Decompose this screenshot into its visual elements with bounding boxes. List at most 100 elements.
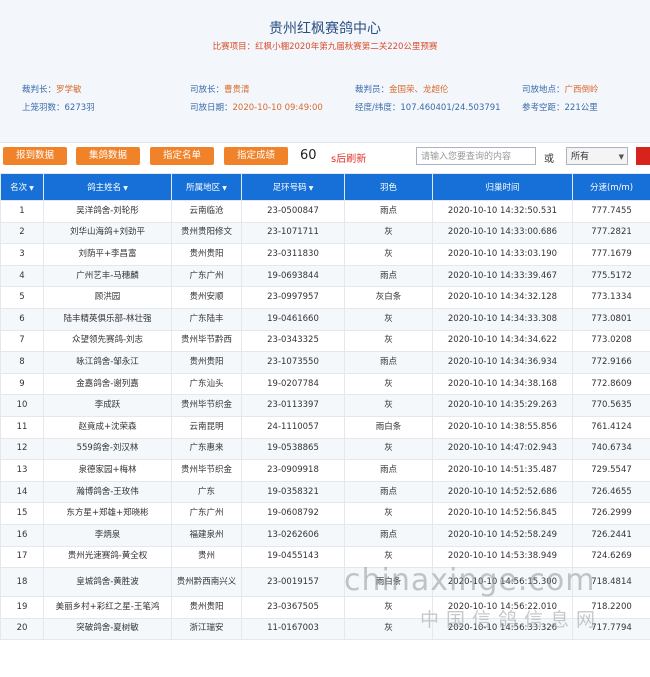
region-cell: 浙江瑞安 bbox=[171, 617, 242, 641]
race-subtitle: 比赛项目：红枫小棚2020年第九届秋赛第二关220公里预赛 bbox=[212, 42, 438, 52]
speed-cell: 773.0801 bbox=[572, 307, 650, 331]
table-row[interactable]: 1 吴洋鸽舍-刘轮彤 云南临沧 23-0500847 雨点 2020-10-10 14:3… bbox=[0, 200, 650, 223]
info-coordinates: 经度/纬度：107.460401/24.503791 bbox=[355, 103, 501, 113]
ring-number-cell: 11-0167003 bbox=[241, 617, 345, 641]
table-row[interactable]: 4 广州艺丰-马穗麟 广东广州 19-0693844 雨点 2020-10-10 14:3… bbox=[0, 264, 650, 288]
color-cell: 灰 bbox=[344, 502, 433, 525]
sort-icon: ▼ bbox=[222, 185, 227, 192]
owner-cell: 瀚博鸽舍-王玫伟 bbox=[43, 480, 172, 504]
rank-cell: 19 bbox=[0, 596, 44, 619]
table-row[interactable]: 12 559鸽舍-刘汉林 广东惠来 19-0538865 灰 2020-10-10 14:… bbox=[0, 437, 650, 461]
table-row[interactable]: 11 赵竟成+沈荣森 云南昆明 24-1110057 雨白条 2020-10-10 14:… bbox=[0, 415, 650, 439]
arrival-time-cell: 2020-10-10 14:34:33.308 bbox=[432, 307, 573, 331]
owner-cell: 刘荫平+李昌富 bbox=[43, 243, 172, 266]
rank-cell: 12 bbox=[0, 437, 44, 461]
column-header-color[interactable]: 羽色 bbox=[344, 173, 433, 201]
rank-cell: 18 bbox=[0, 567, 44, 598]
region-cell: 广东惠来 bbox=[171, 437, 242, 461]
owner-cell: 559鸽舍-刘汉林 bbox=[43, 437, 172, 461]
watermark-domain: chinaxinge.com bbox=[344, 563, 596, 598]
info-reference-distance: 参考空距：221公里 bbox=[522, 103, 598, 113]
speed-cell: 770.5635 bbox=[572, 394, 650, 417]
arrival-time-cell: 2020-10-10 14:51:35.487 bbox=[432, 459, 573, 482]
region-cell: 广东陆丰 bbox=[171, 307, 242, 331]
color-cell: 灰白条 bbox=[344, 286, 433, 309]
filter-select-value: 所有 bbox=[571, 152, 590, 162]
rank-cell: 9 bbox=[0, 372, 44, 396]
column-header-region[interactable]: 所属地区 ▼ bbox=[171, 173, 242, 201]
owner-cell: 咏江鸽舍-邹永江 bbox=[43, 351, 172, 374]
owner-cell: 美丽乡村+彩红之星-王笔鸿 bbox=[43, 596, 172, 619]
table-row[interactable]: 3 刘荫平+李昌富 贵州贵阳 23-0311830 灰 2020-10-10 14:33:… bbox=[0, 243, 650, 266]
table-row[interactable]: 13 泉德家园+梅林 贵州毕节织金 23-0909918 雨点 2020-10-10 14… bbox=[0, 459, 650, 482]
ring-number-cell: 19-0358321 bbox=[241, 480, 345, 504]
arrival-time-cell: 2020-10-10 14:34:38.168 bbox=[432, 372, 573, 396]
page-title: 贵州红枫赛鸽中心 bbox=[269, 21, 381, 37]
info-release-location: 司放地点：广西倒岭 bbox=[522, 85, 599, 95]
region-cell: 贵州贵阳 bbox=[171, 243, 242, 266]
table-row[interactable]: 8 咏江鸽舍-邹永江 贵州贵阳 23-1073550 雨点 2020-10-10 14:3… bbox=[0, 351, 650, 374]
color-cell: 灰 bbox=[344, 437, 433, 461]
collection-data-button[interactable]: 集鸽数据 bbox=[76, 147, 140, 165]
rank-cell: 14 bbox=[0, 480, 44, 504]
color-cell: 灰 bbox=[344, 394, 433, 417]
filter-select[interactable]: 所有 ▼ bbox=[566, 147, 628, 165]
owner-cell: 贵州光速赛鸽-黄全权 bbox=[43, 545, 172, 569]
table-row[interactable]: 15 东方星+郑雄+郑晓彬 广东广州 19-0608792 灰 2020-10-10 14… bbox=[0, 502, 650, 525]
rank-cell: 2 bbox=[0, 221, 44, 245]
refresh-countdown: 60 bbox=[300, 148, 317, 163]
rank-cell: 8 bbox=[0, 351, 44, 374]
ring-number-cell: 19-0608792 bbox=[241, 502, 345, 525]
speed-cell: 729.5547 bbox=[572, 459, 650, 482]
region-cell: 贵州毕节黔西 bbox=[171, 329, 242, 353]
table-row[interactable]: 7 众望领先赛鸽-刘志 贵州毕节黔西 23-0343325 灰 2020-10-10 14… bbox=[0, 329, 650, 353]
rank-cell: 3 bbox=[0, 243, 44, 266]
table-row[interactable]: 6 陆丰精英俱乐部-林壮强 广东陆丰 19-0461660 灰 2020-10-10 14… bbox=[0, 307, 650, 331]
rank-cell: 16 bbox=[0, 523, 44, 547]
sort-icon: ▼ bbox=[29, 185, 34, 192]
color-cell: 灰 bbox=[344, 329, 433, 353]
table-row[interactable]: 5 顾洪园 贵州安顺 23-0997957 灰白条 2020-10-10 14:34:32… bbox=[0, 286, 650, 309]
region-cell: 贵州毕节织金 bbox=[171, 459, 242, 482]
designated-results-button[interactable]: 指定成绩 bbox=[224, 147, 288, 165]
arrival-time-cell: 2020-10-10 14:33:00.686 bbox=[432, 221, 573, 245]
speed-cell: 772.9166 bbox=[572, 351, 650, 374]
ring-number-cell: 19-0455143 bbox=[241, 545, 345, 569]
arrival-time-cell: 2020-10-10 14:34:32.128 bbox=[432, 286, 573, 309]
column-header-ring-number[interactable]: 足环号码 ▼ bbox=[241, 173, 345, 201]
rank-cell: 20 bbox=[0, 617, 44, 641]
ring-number-cell: 23-0113397 bbox=[241, 394, 345, 417]
sort-icon: ▼ bbox=[123, 185, 128, 192]
table-row[interactable]: 14 瀚博鸽舍-王玫伟 广东 19-0358321 雨点 2020-10-10 14:52… bbox=[0, 480, 650, 504]
column-header-speed[interactable]: 分速(m/m) bbox=[572, 173, 650, 201]
rank-cell: 15 bbox=[0, 502, 44, 525]
table-row[interactable]: 9 金嘉鸽舍-谢列嘉 广东汕头 19-0207784 灰 2020-10-10 14:34… bbox=[0, 372, 650, 396]
region-cell: 广东广州 bbox=[171, 502, 242, 525]
column-header-rank[interactable]: 名次 ▼ bbox=[0, 173, 44, 201]
designated-list-button[interactable]: 指定名单 bbox=[150, 147, 214, 165]
rank-cell: 10 bbox=[0, 394, 44, 417]
column-header-owner[interactable]: 鸽主姓名 ▼ bbox=[43, 173, 172, 201]
table-row[interactable]: 2 刘华山海鸽+刘劲平 贵州贵阳修文 23-1071711 灰 2020-10-10 14… bbox=[0, 221, 650, 245]
color-cell: 雨点 bbox=[344, 523, 433, 547]
color-cell: 雨白条 bbox=[344, 415, 433, 439]
column-header-arrival-time[interactable]: 归巢时间 bbox=[432, 173, 573, 201]
owner-cell: 李炳泉 bbox=[43, 523, 172, 547]
table-row[interactable]: 16 李炳泉 福建泉州 13-0262606 雨点 2020-10-10 14:52:58… bbox=[0, 523, 650, 547]
info-release-date: 司放日期：2020-10-10 09:49:00 bbox=[190, 103, 323, 113]
search-button[interactable] bbox=[636, 147, 650, 165]
info-release-chief: 司放长：曹贵清 bbox=[190, 85, 250, 95]
ring-number-cell: 19-0693844 bbox=[241, 264, 345, 288]
arrival-time-cell: 2020-10-10 14:33:03.190 bbox=[432, 243, 573, 266]
search-input[interactable]: 请输入您要查询的内容 bbox=[416, 147, 536, 165]
report-data-button[interactable]: 报到数据 bbox=[3, 147, 67, 165]
ring-number-cell: 23-0311830 bbox=[241, 243, 345, 266]
speed-cell: 726.4655 bbox=[572, 480, 650, 504]
region-cell: 贵州贵阳 bbox=[171, 351, 242, 374]
color-cell: 灰 bbox=[344, 307, 433, 331]
info-referees: 裁判员：金国荣、龙超伦 bbox=[355, 85, 449, 95]
speed-cell: 726.2999 bbox=[572, 502, 650, 525]
arrival-time-cell: 2020-10-10 14:52:56.845 bbox=[432, 502, 573, 525]
table-row[interactable]: 10 李成跃 贵州毕节织金 23-0113397 灰 2020-10-10 14:35:2… bbox=[0, 394, 650, 417]
speed-cell: 777.2821 bbox=[572, 221, 650, 245]
